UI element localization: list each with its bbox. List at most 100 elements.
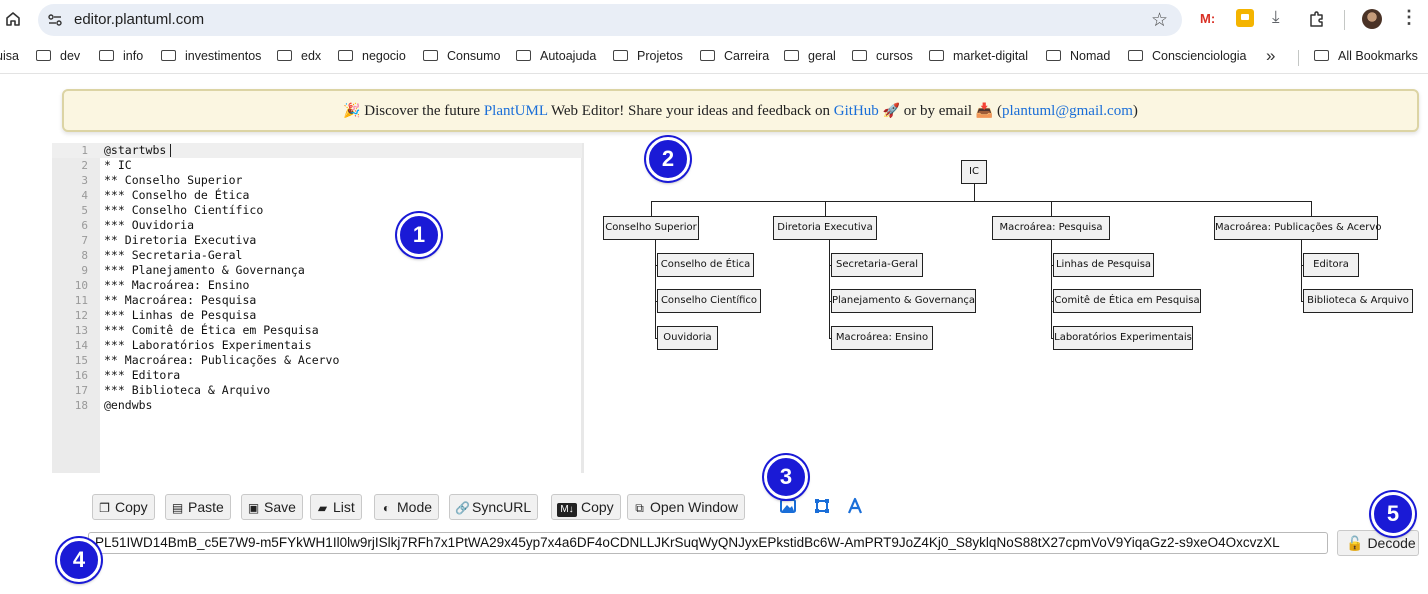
paste-button[interactable]: ▤ Paste (165, 494, 231, 520)
inbox-icon: 📥 (975, 104, 994, 119)
bookmark-label: Projetos (637, 49, 683, 63)
wbs-leaf-node: Laboratórios Experimentais (1053, 326, 1193, 350)
code-line[interactable]: *** Laboratórios Experimentais (104, 338, 312, 353)
code-line[interactable]: *** Secretaria-Geral (104, 248, 242, 263)
line-number: 3 (81, 174, 88, 187)
copy-markdown-button[interactable]: M↓ Copy (551, 494, 621, 520)
bookmarks-bar: uisa dev info investimentos edx negocio … (0, 40, 1428, 74)
bookmark-label: cursos (876, 49, 913, 63)
button-label: Decode (1367, 535, 1416, 551)
line-number: 7 (81, 234, 88, 247)
button-label: Save (264, 499, 296, 515)
bookmark-folder-investimentos[interactable]: investimentos (161, 49, 261, 63)
annotation-marker-2: 2 (646, 137, 690, 181)
bookmark-folder-info[interactable]: info (99, 49, 143, 63)
notes-icon[interactable] (1236, 9, 1254, 27)
bookmark-folder-projetos[interactable]: Projetos (613, 49, 683, 63)
bookmark-folder-carreira[interactable]: Carreira (700, 49, 769, 63)
bookmark-label: Carreira (724, 49, 770, 63)
copy-button[interactable]: ❐ Copy (92, 494, 155, 520)
bookmark-label: edx (301, 49, 322, 63)
code-line[interactable]: ** Diretoria Executiva (104, 233, 256, 248)
bookmark-label: Nomad (1070, 49, 1111, 63)
code-line[interactable]: *** Macroárea: Ensino (104, 278, 249, 293)
copy-icon: ❐ (99, 501, 110, 515)
bookmark-star-icon[interactable]: ☆ (1151, 9, 1168, 32)
save-icon: ▣ (247, 501, 260, 515)
bookmark-folder-cursos[interactable]: cursos (852, 49, 913, 63)
bookmarks-divider (1298, 50, 1299, 66)
wbs-leaf-node: Ouvidoria (657, 326, 718, 350)
line-number: 14 (74, 339, 88, 352)
decode-button[interactable]: 🔓 Decode (1337, 530, 1419, 556)
sync-url-button[interactable]: 🔗 SyncURL (449, 494, 539, 520)
github-link[interactable]: GitHub (834, 103, 879, 119)
rocket-icon: 🚀 (882, 104, 900, 119)
address-bar[interactable]: editor.plantuml.com ☆ (38, 4, 1182, 36)
list-button[interactable]: ▰ List (310, 494, 362, 520)
url-text[interactable]: editor.plantuml.com (74, 11, 204, 28)
line-number: 16 (74, 369, 88, 382)
code-line[interactable]: *** Ouvidoria (104, 218, 194, 233)
bookmark-folder-negocio[interactable]: negocio (338, 49, 406, 63)
extension-m-icon[interactable]: M: (1200, 11, 1215, 31)
all-bookmarks[interactable]: All Bookmarks (1314, 49, 1418, 63)
more-menu-icon[interactable]: ⋮ (1400, 7, 1418, 28)
banner-text: or by email (903, 103, 973, 119)
bookmark-folder-consumo[interactable]: Consumo (423, 49, 501, 63)
extensions-puzzle-icon[interactable] (1308, 10, 1326, 28)
bookmark-uisa[interactable]: uisa (0, 49, 19, 63)
line-number: 2 (81, 159, 88, 172)
folder-icon (1046, 50, 1061, 61)
profile-avatar[interactable] (1362, 9, 1382, 29)
bookmark-folder-geral[interactable]: geral (784, 49, 836, 63)
line-number: 13 (74, 324, 88, 337)
more-bookmarks-icon[interactable]: » (1266, 46, 1275, 66)
folder-icon (852, 50, 867, 61)
mode-button[interactable]: ◐ Mode (374, 494, 440, 520)
code-line[interactable]: *** Conselho de Ética (104, 188, 249, 203)
folder-icon (36, 50, 51, 61)
image-icon[interactable] (779, 497, 797, 515)
download-icon[interactable]: ⤓ (1272, 7, 1280, 27)
wbs-node: Macroárea: Pesquisa (992, 216, 1110, 240)
bookmark-folder-autoajuda[interactable]: Autoajuda (516, 49, 596, 63)
site-settings-icon[interactable] (47, 12, 63, 28)
paren-close: ) (1132, 103, 1138, 119)
bookmark-folder-edx[interactable]: edx (277, 49, 321, 63)
code-line[interactable]: ** Macroárea: Publicações & Acervo (104, 353, 339, 368)
open-window-button[interactable]: ⧉ Open Window (627, 494, 745, 520)
folder-icon (784, 50, 799, 61)
font-icon[interactable] (846, 497, 864, 515)
email-link[interactable]: plantuml@gmail.com (1002, 103, 1133, 119)
code-line[interactable]: *** Biblioteca & Arquivo (104, 383, 270, 398)
code-line[interactable]: @endwbs (104, 398, 152, 413)
annotation-marker-5: 5 (1371, 492, 1415, 536)
button-label: Mode (397, 499, 433, 515)
link-icon: 🔗 (455, 501, 470, 515)
home-icon[interactable] (4, 10, 22, 28)
folder-icon (516, 50, 531, 61)
code-line[interactable]: @startwbs (104, 143, 166, 158)
code-line[interactable]: *** Comitê de Ética em Pesquisa (104, 323, 319, 338)
connector (974, 184, 975, 201)
bookmark-folder-conscienciologia[interactable]: Conscienciologia (1128, 49, 1247, 63)
bookmark-folder-market-digital[interactable]: market-digital (929, 49, 1028, 63)
bookmark-folder-nomad[interactable]: Nomad (1046, 49, 1110, 63)
code-line[interactable]: *** Planejamento & Governança (104, 263, 305, 278)
save-button[interactable]: ▣ Save (241, 494, 303, 520)
encoded-url-input[interactable]: PL51IWD14BmB_c5E7W9-m5FYkWH1Il0lw9rjISlk… (88, 532, 1328, 554)
code-line[interactable]: * IC (104, 158, 132, 173)
line-number: 17 (74, 384, 88, 397)
code-line[interactable]: *** Conselho Científico (104, 203, 263, 218)
crop-frame-icon[interactable] (813, 497, 831, 515)
bookmark-folder-dev[interactable]: dev (36, 49, 80, 63)
code-line[interactable]: *** Linhas de Pesquisa (104, 308, 256, 323)
diagram-preview[interactable]: IC Conselho Superior Conselho de Ética C… (595, 143, 1425, 473)
wbs-leaf-node: Comitê de Ética em Pesquisa (1053, 289, 1201, 313)
bookmark-label: investimentos (185, 49, 262, 63)
code-line[interactable]: ** Macroárea: Pesquisa (104, 293, 256, 308)
plantuml-link[interactable]: PlantUML (484, 103, 548, 119)
code-line[interactable]: *** Editora (104, 368, 180, 383)
code-line[interactable]: ** Conselho Superior (104, 173, 242, 188)
